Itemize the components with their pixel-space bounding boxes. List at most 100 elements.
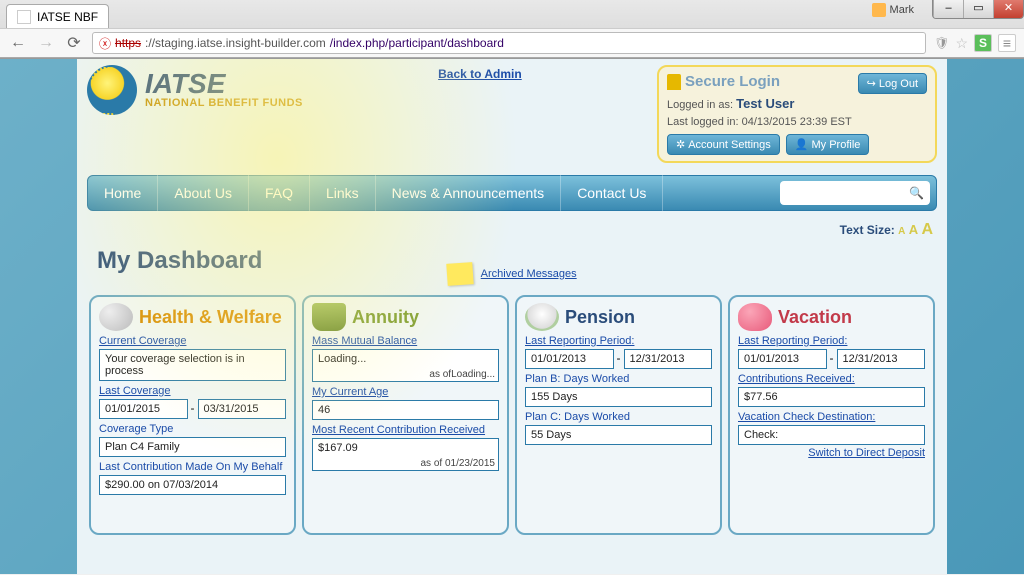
- an-age-label[interactable]: My Current Age: [312, 386, 499, 398]
- close-button[interactable]: ✕: [993, 0, 1023, 18]
- va-dest-value: Check:: [738, 425, 925, 445]
- bookmark-icon[interactable]: ☆: [955, 35, 968, 52]
- nest-egg-icon: [525, 303, 559, 331]
- hw-coverage-type-label[interactable]: Coverage Type: [99, 423, 286, 435]
- va-lrp-sep: -: [830, 351, 834, 365]
- text-size-medium[interactable]: A: [909, 222, 918, 237]
- an-recent-value: $167.09: [312, 438, 499, 458]
- lock-icon: [667, 74, 681, 90]
- logo-subtext: NATIONAL BENEFIT FUNDS: [145, 97, 303, 109]
- url-host: ://staging.iatse.insight-builder.com: [145, 36, 326, 50]
- pe-planc-value: 55 Days: [525, 425, 712, 445]
- nav-contact[interactable]: Contact Us: [561, 175, 663, 211]
- extension-icon[interactable]: S: [974, 34, 992, 52]
- browser-tab[interactable]: IATSE NBF: [6, 4, 109, 28]
- switch-direct-deposit-link[interactable]: Switch to Direct Deposit: [808, 447, 925, 459]
- an-recent-label[interactable]: Most Recent Contribution Received: [312, 424, 499, 436]
- nav-faq[interactable]: FAQ: [249, 175, 310, 211]
- toolbar-icons: 🛡 ☆ S ≡: [934, 34, 1016, 52]
- secure-login-text: Secure Login: [685, 73, 780, 90]
- back-button[interactable]: ←: [8, 33, 28, 53]
- gear-icon: ✲: [676, 138, 685, 151]
- nav-home[interactable]: Home: [88, 175, 158, 211]
- nav-news[interactable]: News & Announcements: [376, 175, 562, 211]
- login-panel: Secure Login ↪ Log Out Logged in as: Tes…: [657, 65, 937, 163]
- url-protocol: https: [115, 36, 141, 50]
- logged-in-as-label: Logged in as:: [667, 99, 733, 111]
- va-lrp-label[interactable]: Last Reporting Period:: [738, 335, 925, 347]
- main-nav: Home About Us FAQ Links News & Announcem…: [87, 175, 937, 211]
- hw-last-from: 01/01/2015: [99, 399, 188, 419]
- ssl-warning-icon: ⓧ: [99, 35, 111, 52]
- account-settings-button[interactable]: ✲ Account Settings: [667, 134, 780, 155]
- nav-about[interactable]: About Us: [158, 175, 249, 211]
- window-controls: – ▭ ✕: [932, 0, 1024, 19]
- tab-title: IATSE NBF: [37, 10, 98, 24]
- pe-planc-label[interactable]: Plan C: Days Worked: [525, 411, 712, 423]
- url-input[interactable]: ⓧ https ://staging.iatse.insight-builder…: [92, 32, 926, 54]
- card-pension: Pension Last Reporting Period: 01/01/201…: [515, 295, 722, 535]
- nav-links[interactable]: Links: [310, 175, 376, 211]
- card-vacation: Vacation Last Reporting Period: 01/01/20…: [728, 295, 935, 535]
- pe-lrp-range: 01/01/2013 - 12/31/2013: [525, 347, 712, 369]
- text-size-large[interactable]: A: [921, 221, 933, 238]
- an-title: Annuity: [352, 307, 419, 328]
- tab-bar: IATSE NBF Mark – ▭ ✕: [0, 0, 1024, 28]
- last-login-label: Last logged in:: [667, 116, 742, 128]
- an-mmb-asof: as ofLoading...: [312, 368, 499, 382]
- text-size-label: Text Size:: [840, 223, 895, 237]
- pe-title: Pension: [565, 307, 635, 328]
- shield-icon[interactable]: 🛡: [934, 36, 949, 50]
- my-profile-button[interactable]: 👤 My Profile: [786, 134, 870, 155]
- pe-planb-value: 155 Days: [525, 387, 712, 407]
- avatar-icon: [872, 3, 886, 17]
- search-icon: 🔍: [909, 186, 924, 200]
- an-recent-asof: as of 01/23/2015: [312, 457, 499, 471]
- browser-profile[interactable]: Mark: [872, 3, 914, 17]
- pe-lrp-label[interactable]: Last Reporting Period:: [525, 335, 712, 347]
- hw-last-to: 03/31/2015: [198, 399, 287, 419]
- pe-planb-label[interactable]: Plan B: Days Worked: [525, 373, 712, 385]
- header-row: IATSE NATIONAL BENEFIT FUNDS Back to Adm…: [87, 59, 937, 169]
- text-size-small[interactable]: A: [898, 226, 905, 237]
- va-dest-label[interactable]: Vacation Check Destination:: [738, 411, 925, 423]
- an-mmb-label[interactable]: Mass Mutual Balance: [312, 335, 499, 347]
- logo[interactable]: IATSE NATIONAL BENEFIT FUNDS: [87, 65, 303, 115]
- pe-lrp-sep: -: [617, 351, 621, 365]
- menu-icon[interactable]: ≡: [998, 34, 1016, 52]
- hw-title: Health & Welfare: [139, 307, 282, 328]
- reload-button[interactable]: ⟳: [64, 33, 84, 53]
- minimize-button[interactable]: –: [933, 0, 963, 18]
- archived-messages-link[interactable]: Archived Messages: [481, 268, 577, 280]
- login-info: Logged in as: Test User Last logged in: …: [667, 94, 927, 130]
- va-lrp-range: 01/01/2013 - 12/31/2013: [738, 347, 925, 369]
- page-viewport: IATSE NATIONAL BENEFIT FUNDS Back to Adm…: [0, 59, 1024, 574]
- plant-icon: [312, 303, 346, 331]
- hw-last-coverage-label[interactable]: Last Coverage: [99, 385, 286, 397]
- sticky-note-icon: [447, 262, 474, 286]
- forward-button[interactable]: →: [36, 33, 56, 53]
- logged-in-user: Test User: [736, 96, 794, 111]
- nav-search-input[interactable]: 🔍: [780, 181, 930, 205]
- back-to-admin-link[interactable]: Back to Admin: [303, 65, 657, 81]
- browser-chrome: IATSE NBF Mark – ▭ ✕ ← → ⟳ ⓧ https ://st…: [0, 0, 1024, 59]
- maximize-button[interactable]: ▭: [963, 0, 993, 18]
- hw-last-coverage-range: 01/01/2015 - 03/31/2015: [99, 397, 286, 419]
- card-head-an: Annuity: [312, 303, 499, 331]
- hw-current-coverage-label[interactable]: Current Coverage: [99, 335, 286, 347]
- va-switch-wrap: Switch to Direct Deposit: [738, 445, 925, 459]
- an-mmb-value: Loading...: [312, 349, 499, 369]
- va-contrib-label[interactable]: Contributions Received:: [738, 373, 925, 385]
- pe-lrp-from: 01/01/2013: [525, 349, 614, 369]
- logout-label: Log Out: [879, 78, 918, 90]
- login-buttons: ✲ Account Settings 👤 My Profile: [667, 134, 927, 155]
- hw-last-contrib-label[interactable]: Last Contribution Made On My Behalf: [99, 461, 286, 473]
- va-contrib-value: $77.56: [738, 387, 925, 407]
- logout-button[interactable]: ↪ Log Out: [858, 73, 927, 94]
- profile-name: Mark: [890, 4, 914, 16]
- address-bar: ← → ⟳ ⓧ https ://staging.iatse.insight-b…: [0, 28, 1024, 58]
- card-head-va: Vacation: [738, 303, 925, 331]
- va-lrp-from: 01/01/2013: [738, 349, 827, 369]
- hw-last-sep: -: [191, 401, 195, 415]
- my-profile-label: My Profile: [811, 139, 860, 151]
